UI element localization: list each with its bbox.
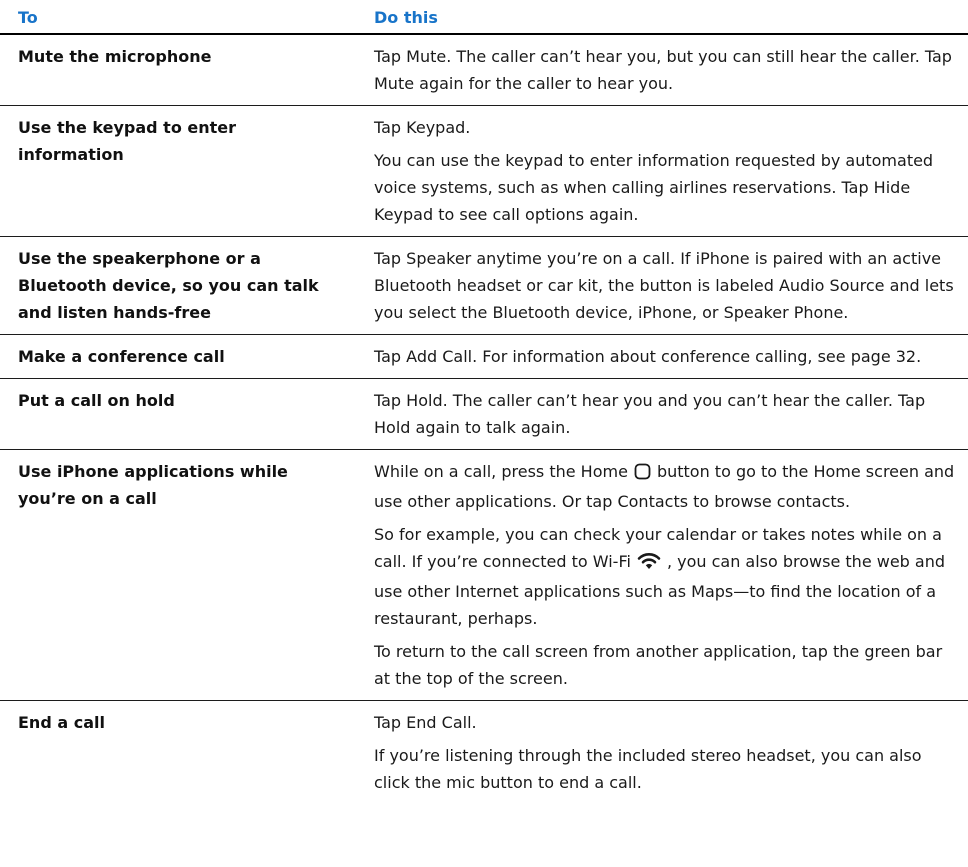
- instruction-paragraph: So for example, you can check your calen…: [374, 521, 962, 632]
- instruction-paragraph: Tap Speaker anytime you’re on a call. If…: [374, 249, 954, 322]
- action-cell: Use the keypad to enter information: [18, 118, 237, 164]
- action-cell: Make a conference call: [18, 347, 225, 366]
- action-cell: Put a call on hold: [18, 391, 175, 410]
- header-to: To: [18, 8, 38, 27]
- instruction-cell: While on a call, press the Home button to…: [356, 450, 968, 700]
- instruction-paragraph: While on a call, press the Home button to…: [374, 458, 962, 515]
- table-row: Use the speakerphone or a Bluetooth devi…: [0, 237, 968, 335]
- action-cell: Use the speakerphone or a Bluetooth devi…: [18, 249, 319, 322]
- instructions-table: To Do this Mute the microphone Tap Mute.…: [0, 0, 968, 804]
- instruction-paragraph: Tap Mute. The caller can’t hear you, but…: [374, 47, 952, 93]
- action-cell: End a call: [18, 713, 105, 732]
- instruction-cell: Tap Add Call. For information about conf…: [356, 335, 968, 378]
- action-cell: Mute the microphone: [18, 47, 212, 66]
- table-row: Put a call on hold Tap Hold. The caller …: [0, 379, 968, 450]
- instruction-paragraph: To return to the call screen from anothe…: [374, 642, 943, 688]
- instruction-paragraph: Tap Hold. The caller can’t hear you and …: [374, 391, 926, 437]
- instruction-cell: Tap Mute. The caller can’t hear you, but…: [356, 35, 968, 105]
- instruction-cell: Tap Speaker anytime you’re on a call. If…: [356, 237, 968, 334]
- table-row: Use iPhone applications while you’re on …: [0, 450, 968, 701]
- table-row: Make a conference call Tap Add Call. For…: [0, 335, 968, 379]
- table-header: To Do this: [0, 0, 968, 35]
- instruction-text: While on a call, press the Home: [374, 462, 628, 481]
- home-button-icon: [634, 461, 651, 488]
- instruction-paragraph: Tap Add Call. For information about conf…: [374, 347, 922, 366]
- instruction-paragraph: If you’re listening through the included…: [374, 746, 922, 792]
- table-row: Use the keypad to enter information Tap …: [0, 106, 968, 237]
- instruction-paragraph: Tap Keypad.: [374, 118, 471, 137]
- table-row: End a call Tap End Call. If you’re liste…: [0, 701, 968, 804]
- table-row: Mute the microphone Tap Mute. The caller…: [0, 35, 968, 106]
- header-do-this: Do this: [374, 8, 438, 27]
- instruction-paragraph: You can use the keypad to enter informat…: [374, 151, 934, 224]
- instruction-cell: Tap Keypad. You can use the keypad to en…: [356, 106, 968, 236]
- instruction-paragraph: Tap End Call.: [374, 713, 477, 732]
- instruction-cell: Tap End Call. If you’re listening throug…: [356, 701, 968, 804]
- instruction-cell: Tap Hold. The caller can’t hear you and …: [356, 379, 968, 449]
- action-cell: Use iPhone applications while you’re on …: [18, 462, 288, 508]
- wifi-icon: [637, 551, 661, 578]
